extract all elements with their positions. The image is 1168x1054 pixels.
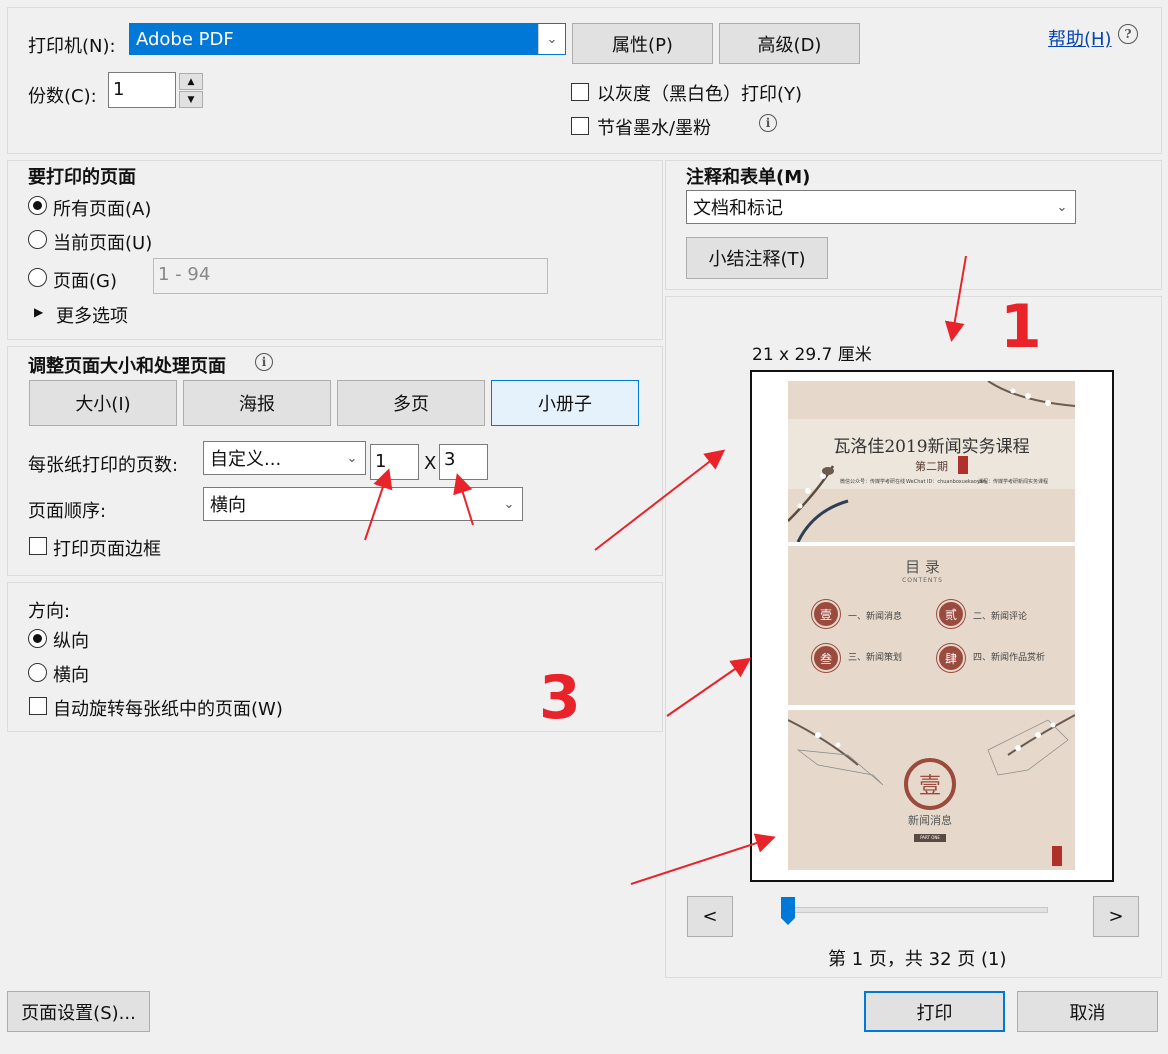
- cancel-button[interactable]: 取消: [1017, 991, 1158, 1032]
- page-setup-button[interactable]: 页面设置(S)...: [7, 991, 150, 1032]
- annotation-arrows: [364, 255, 967, 885]
- print-button[interactable]: 打印: [864, 991, 1005, 1032]
- annotation-number-3: 3: [539, 663, 581, 733]
- annotation-number-1: 1: [1000, 292, 1042, 362]
